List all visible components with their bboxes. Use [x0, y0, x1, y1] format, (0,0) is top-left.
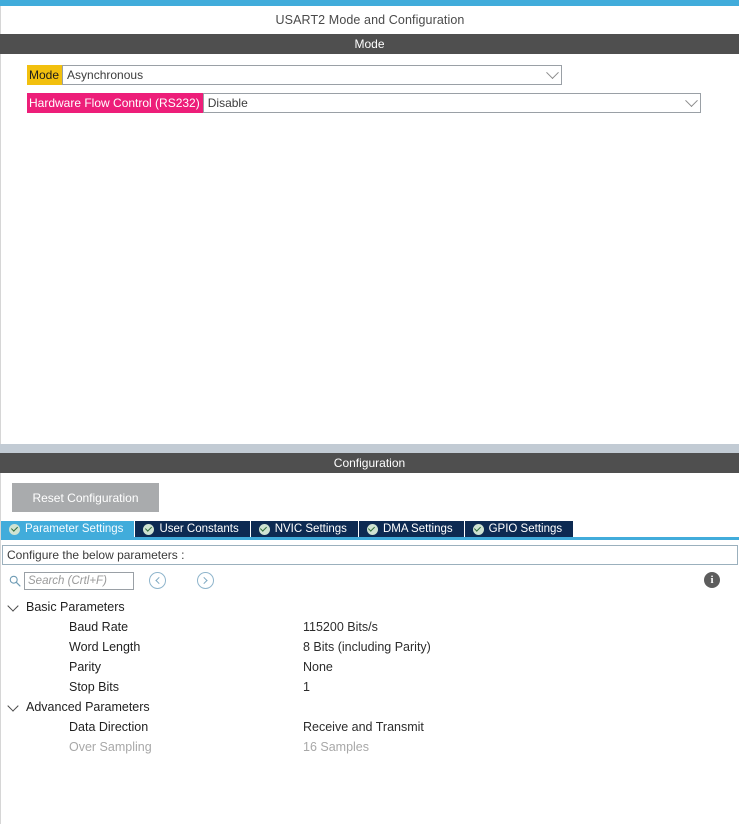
tab-dma-settings[interactable]: DMA Settings [358, 521, 465, 537]
param-name: Over Sampling [69, 740, 152, 754]
chevron-down-icon [7, 599, 19, 612]
search-input[interactable] [24, 572, 134, 590]
param-value: Receive and Transmit [303, 720, 424, 734]
param-group-label: Basic Parameters [26, 600, 125, 614]
check-circle-icon [366, 523, 378, 535]
chevron-down-icon [546, 65, 559, 84]
reset-configuration-button[interactable]: Reset Configuration [12, 483, 159, 512]
chevron-left-circle-icon[interactable] [149, 572, 166, 589]
parameter-tree: Basic Parameters Baud Rate 115200 Bits/s Wo… [1, 597, 739, 757]
mode-panel-body: Mode Asynchronous Hardware Flow Control … [0, 54, 739, 444]
param-value: 1 [303, 680, 310, 694]
param-row: Over Sampling 16 Samples [1, 737, 739, 757]
mode-field-row: Mode Asynchronous [27, 65, 563, 85]
param-value: None [303, 660, 333, 674]
param-group-label: Advanced Parameters [26, 700, 150, 714]
tab-user-constants[interactable]: User Constants [135, 521, 251, 537]
param-name: Data Direction [69, 720, 149, 734]
configuration-panel-body: Reset Configuration Parameter Settings Us… [0, 473, 739, 824]
tab-label: NVIC Settings [274, 523, 347, 535]
hardware-flow-control-select[interactable]: Disable [202, 93, 701, 113]
hardware-flow-control-value: Disable [207, 96, 248, 110]
param-group-advanced-parameters[interactable]: Advanced Parameters [1, 697, 739, 717]
check-circle-icon [143, 523, 155, 535]
search-icon [9, 575, 21, 587]
param-name: Stop Bits [69, 680, 120, 694]
info-icon[interactable]: i [704, 572, 720, 588]
param-row[interactable]: Baud Rate 115200 Bits/s [1, 617, 739, 637]
configure-hint-box: Configure the below parameters : [2, 545, 738, 565]
tab-label: DMA Settings [382, 523, 453, 535]
tab-label: Parameter Settings [25, 523, 124, 535]
param-value: 16 Samples [303, 740, 370, 754]
param-group-basic-parameters[interactable]: Basic Parameters [1, 597, 739, 617]
check-circle-icon [258, 523, 270, 535]
configuration-panel-header: Configuration [0, 453, 739, 473]
tab-parameter-settings[interactable]: Parameter Settings [1, 521, 136, 537]
param-row[interactable]: Stop Bits 1 [1, 677, 739, 697]
param-name: Parity [69, 660, 101, 674]
chevron-right-circle-icon[interactable] [197, 572, 214, 589]
param-row[interactable]: Word Length 8 Bits (including Parity) [1, 637, 739, 657]
mode-select[interactable]: Asynchronous [62, 65, 563, 85]
tab-label: User Constants [159, 523, 239, 535]
tab-gpio-settings[interactable]: GPIO Settings [464, 521, 575, 537]
tab-nvic-settings[interactable]: NVIC Settings [250, 521, 359, 537]
param-row[interactable]: Parity None [1, 657, 739, 677]
chevron-down-icon [684, 93, 698, 112]
chevron-down-icon [7, 699, 19, 712]
param-value: 115200 Bits/s [303, 620, 378, 634]
window-title: USART2 Mode and Configuration [0, 6, 739, 34]
mode-field-label: Mode [27, 65, 63, 85]
usart2-config-window: USART2 Mode and Configuration Mode Mode … [0, 0, 739, 824]
check-circle-icon [472, 523, 484, 535]
hardware-flow-control-field-row: Hardware Flow Control (RS232) Disable [27, 93, 701, 113]
mode-select-value: Asynchronous [67, 68, 144, 82]
tab-label: GPIO Settings [488, 523, 563, 535]
check-circle-icon [9, 523, 20, 535]
settings-tabstrip: Parameter Settings User Constants NVIC Set… [1, 521, 739, 540]
hardware-flow-control-label: Hardware Flow Control (RS232) [27, 93, 203, 113]
panel-divider [0, 444, 739, 453]
param-row[interactable]: Data Direction Receive and Transmit [1, 717, 739, 737]
param-value: 8 Bits (including Parity) [303, 640, 431, 654]
mode-panel-header: Mode [0, 34, 739, 54]
param-name: Baud Rate [69, 620, 129, 634]
param-name: Word Length [69, 640, 141, 654]
search-toolbar: i [1, 569, 739, 595]
